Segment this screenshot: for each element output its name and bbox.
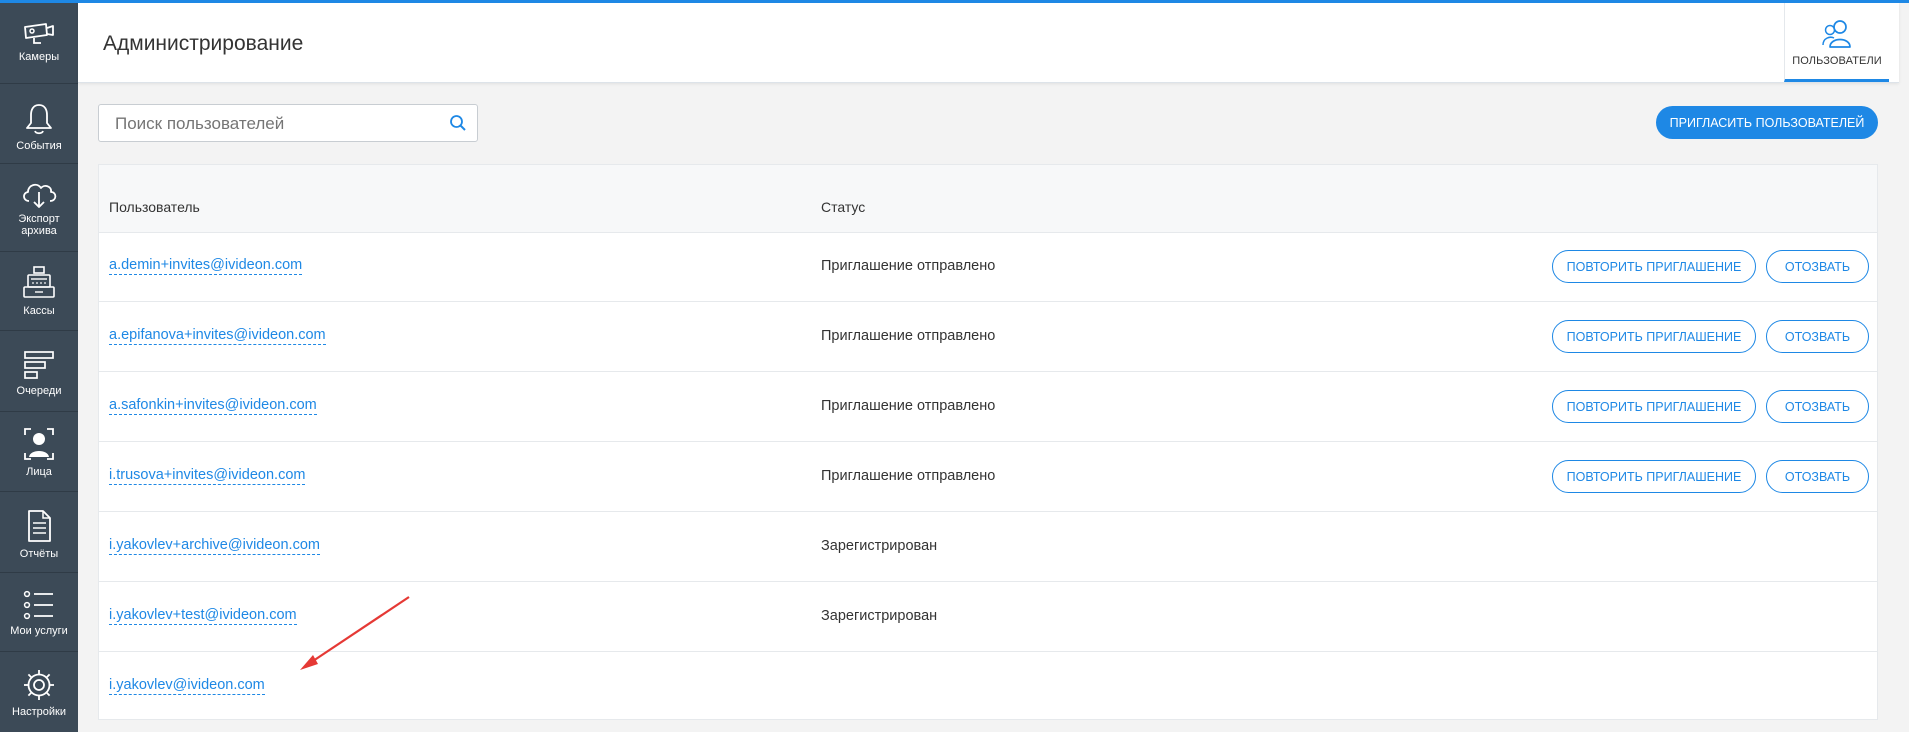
search-box bbox=[98, 104, 478, 143]
sidebar-item-label: Кассы bbox=[23, 305, 55, 317]
user-email-link[interactable]: i.trusova+invites@ivideon.com bbox=[109, 467, 306, 485]
resend-invite-button[interactable]: ПОВТОРИТЬ ПРИГЛАШЕНИЕ bbox=[1552, 250, 1756, 283]
user-email-link[interactable]: i.yakovlev@ivideon.com bbox=[109, 677, 265, 695]
sidebar-item-my-services[interactable]: Мои услуги bbox=[0, 572, 78, 652]
sidebar-item-label: Настройки bbox=[12, 706, 66, 718]
user-email-link[interactable]: i.yakovlev+archive@ivideon.com bbox=[109, 537, 320, 555]
user-email-link[interactable]: a.demin+invites@ivideon.com bbox=[109, 257, 303, 275]
invite-users-button[interactable]: ПРИГЛАСИТЬ ПОЛЬЗОВАТЕЛЕЙ bbox=[1656, 106, 1878, 139]
table-row: a.epifanova+invites@ivideon.com Приглаше… bbox=[99, 302, 1877, 372]
user-status: Приглашение отправлено bbox=[821, 328, 996, 344]
sidebar-item-faces[interactable]: Лица bbox=[0, 411, 78, 492]
tab-users[interactable]: ПОЛЬЗОВАТЕЛИ bbox=[1784, 3, 1889, 82]
report-icon bbox=[28, 510, 51, 542]
revoke-invite-button[interactable]: ОТОЗВАТЬ bbox=[1766, 250, 1869, 283]
page-header: Администрирование ПОЛЬЗОВАТЕЛИ bbox=[78, 3, 1899, 83]
sidebar-item-settings[interactable]: Настройки bbox=[0, 651, 78, 732]
face-icon bbox=[24, 428, 54, 460]
sidebar: Камеры События Экспорт архива Кассы Очер… bbox=[0, 0, 78, 732]
user-status: Зарегистрирован bbox=[821, 538, 938, 554]
column-header-user: Пользователь bbox=[109, 199, 200, 215]
user-status: Приглашение отправлено bbox=[821, 398, 996, 414]
sidebar-item-archive-export[interactable]: Экспорт архива bbox=[0, 163, 78, 252]
sidebar-item-reports[interactable]: Отчёты bbox=[0, 491, 78, 573]
sidebar-item-label: Камеры bbox=[18, 51, 60, 63]
resend-invite-button[interactable]: ПОВТОРИТЬ ПРИГЛАШЕНИЕ bbox=[1552, 320, 1756, 353]
list-icon bbox=[23, 590, 53, 620]
sidebar-item-cameras[interactable]: Камеры bbox=[0, 0, 78, 84]
revoke-invite-button[interactable]: ОТОЗВАТЬ bbox=[1766, 320, 1869, 353]
cash-register-icon bbox=[23, 266, 55, 298]
sidebar-item-label: Отчёты bbox=[19, 548, 59, 560]
user-status: Зарегистрирован bbox=[821, 608, 938, 624]
user-status: Приглашение отправлено bbox=[821, 468, 996, 484]
search-input[interactable] bbox=[113, 105, 437, 143]
table-row: a.safonkin+invites@ivideon.com Приглашен… bbox=[99, 372, 1877, 442]
camera-icon bbox=[24, 23, 54, 44]
sidebar-item-events[interactable]: События bbox=[0, 83, 78, 164]
resend-invite-button[interactable]: ПОВТОРИТЬ ПРИГЛАШЕНИЕ bbox=[1552, 390, 1756, 423]
sidebar-item-label: События bbox=[16, 140, 62, 152]
queue-icon bbox=[24, 351, 54, 379]
user-email-link[interactable]: a.epifanova+invites@ivideon.com bbox=[109, 327, 326, 345]
user-email-link[interactable]: a.safonkin+invites@ivideon.com bbox=[109, 397, 317, 415]
sidebar-item-label: Экспорт архива bbox=[18, 213, 60, 237]
table-row: i.yakovlev@ivideon.com bbox=[99, 652, 1877, 722]
search-icon[interactable] bbox=[449, 114, 467, 132]
sidebar-item-label: Очереди bbox=[16, 385, 62, 397]
page-title: Администрирование bbox=[103, 32, 304, 55]
sidebar-item-queues[interactable]: Очереди bbox=[0, 330, 78, 412]
table-row: i.trusova+invites@ivideon.com Приглашени… bbox=[99, 442, 1877, 512]
bell-icon bbox=[26, 104, 52, 135]
user-email-link[interactable]: i.yakovlev+test@ivideon.com bbox=[109, 607, 297, 625]
cloud-download-icon bbox=[23, 183, 57, 208]
users-icon bbox=[1822, 20, 1851, 48]
gear-icon bbox=[24, 670, 54, 700]
column-header-status: Статус bbox=[821, 199, 866, 215]
tab-users-label: ПОЛЬЗОВАТЕЛИ bbox=[1792, 55, 1882, 67]
top-accent-bar bbox=[0, 0, 1909, 3]
table-row: a.demin+invites@ivideon.com Приглашение … bbox=[99, 232, 1877, 302]
table-row: i.yakovlev+archive@ivideon.com Зарегистр… bbox=[99, 512, 1877, 582]
sidebar-item-label: Мои услуги bbox=[10, 625, 68, 637]
sidebar-item-label: Лица bbox=[26, 466, 52, 478]
revoke-invite-button[interactable]: ОТОЗВАТЬ bbox=[1766, 390, 1869, 423]
users-table: Пользователь Статус a.demin+invites@ivid… bbox=[98, 164, 1878, 720]
table-row: i.yakovlev+test@ivideon.com Зарегистриро… bbox=[99, 582, 1877, 652]
table-header: Пользователь Статус bbox=[99, 165, 1877, 233]
resend-invite-button[interactable]: ПОВТОРИТЬ ПРИГЛАШЕНИЕ bbox=[1552, 460, 1756, 493]
revoke-invite-button[interactable]: ОТОЗВАТЬ bbox=[1766, 460, 1869, 493]
sidebar-item-cash-registers[interactable]: Кассы bbox=[0, 251, 78, 331]
user-status: Приглашение отправлено bbox=[821, 258, 996, 274]
